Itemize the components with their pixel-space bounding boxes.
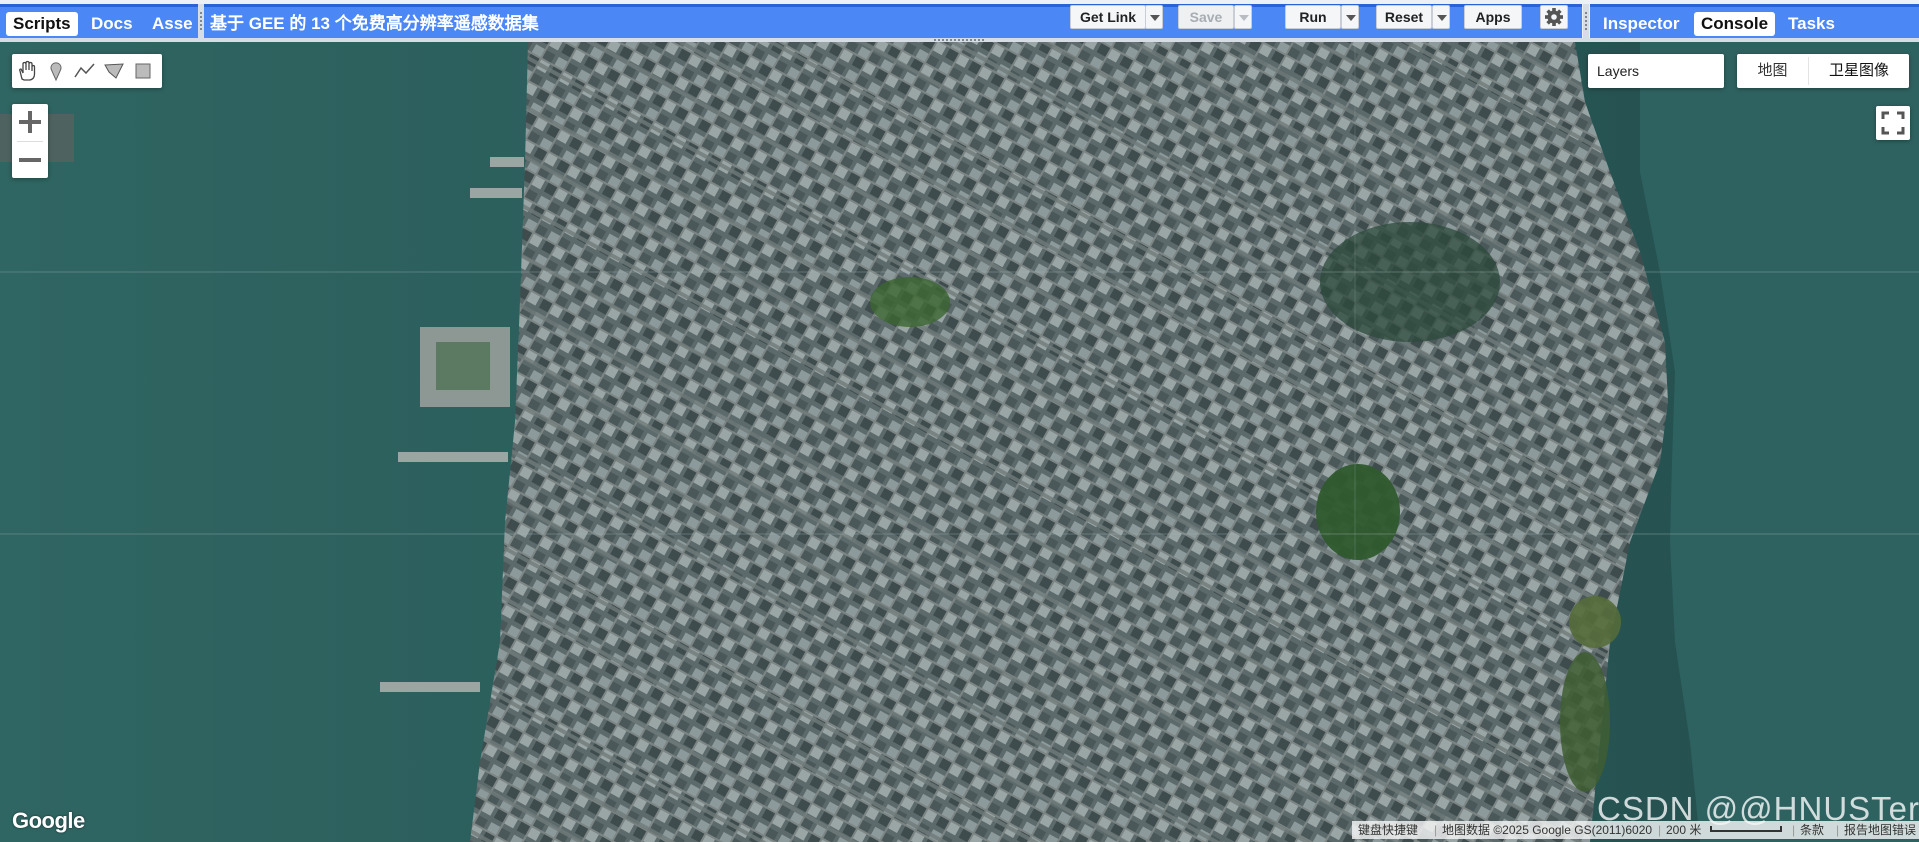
map-data-attribution: 地图数据 ©2025 Google GS(2011)6020 <box>1442 823 1653 837</box>
plus-icon <box>19 111 41 133</box>
reset-dropdown[interactable] <box>1432 5 1450 29</box>
polygon-icon[interactable] <box>101 59 127 83</box>
map-canvas[interactable]: Layers 地图 卫星图像 Google CSDN @@HNUSTer <box>0 42 1919 842</box>
zoom-out-button[interactable] <box>12 142 48 178</box>
map-type-roadmap[interactable]: 地图 <box>1737 54 1808 88</box>
fullscreen-icon <box>1881 111 1905 135</box>
apps-button[interactable]: Apps <box>1464 5 1522 29</box>
save-button[interactable]: Save <box>1178 5 1234 29</box>
fullscreen-button[interactable] <box>1876 106 1910 140</box>
run-button[interactable]: Run <box>1285 5 1341 29</box>
get-link-dropdown[interactable] <box>1145 5 1163 29</box>
tab-tasks[interactable]: Tasks <box>1781 12 1842 36</box>
attrib-sep: | <box>1792 823 1796 837</box>
tab-docs[interactable]: Docs <box>84 12 140 36</box>
hand-pan-icon[interactable] <box>14 59 40 83</box>
polyline-icon[interactable] <box>72 59 98 83</box>
right-panel-splitter[interactable] <box>1583 4 1589 38</box>
terms-link[interactable]: 条款 <box>1800 821 1824 839</box>
right-panel-tabbar: Inspector Console Tasks <box>1590 4 1919 38</box>
map-type-control: 地图 卫星图像 <box>1737 54 1909 88</box>
script-title[interactable]: 基于 GEE 的 13 个免费高分辨率遥感数据集 <box>210 12 539 36</box>
scale-bar <box>1710 826 1782 832</box>
settings-button[interactable] <box>1540 5 1568 29</box>
marker-point-icon[interactable] <box>43 59 69 83</box>
tab-inspector[interactable]: Inspector <box>1596 12 1687 36</box>
gear-icon <box>1545 8 1563 26</box>
reset-button[interactable]: Reset <box>1376 5 1432 29</box>
satellite-imagery <box>0 42 1919 842</box>
zoom-in-button[interactable] <box>12 104 48 140</box>
drawing-tools <box>12 54 162 88</box>
minus-icon <box>19 158 41 162</box>
scale-label[interactable]: 200 米 <box>1666 821 1701 839</box>
tab-assets[interactable]: Asse <box>146 12 198 36</box>
google-logo: Google <box>12 808 85 833</box>
tab-console[interactable]: Console <box>1694 12 1776 36</box>
save-dropdown[interactable] <box>1234 5 1252 29</box>
left-panel-tabbar: Scripts Docs Asse <box>0 4 198 38</box>
zoom-control <box>12 104 48 178</box>
map-attribution-bar: 键盘快捷键 | 地图数据 ©2025 Google GS(2011)6020 |… <box>1352 821 1919 839</box>
tab-scripts[interactable]: Scripts <box>6 12 78 36</box>
map-type-satellite[interactable]: 卫星图像 <box>1809 54 1909 88</box>
layers-button[interactable]: Layers <box>1588 54 1724 88</box>
report-map-error-link[interactable]: 报告地图错误 <box>1844 821 1916 839</box>
attrib-sep: | <box>1434 823 1438 837</box>
rectangle-icon[interactable] <box>130 59 156 83</box>
keyboard-shortcuts-link[interactable]: 键盘快捷键 <box>1358 821 1418 839</box>
get-link-button[interactable]: Get Link <box>1070 5 1146 29</box>
attrib-sep: | <box>1658 823 1662 837</box>
top-toolbar: Scripts Docs Asse 基于 GEE 的 13 个免费高分辨率遥感数… <box>0 0 1919 42</box>
attrib-sep: | <box>1836 823 1840 837</box>
run-dropdown[interactable] <box>1341 5 1359 29</box>
